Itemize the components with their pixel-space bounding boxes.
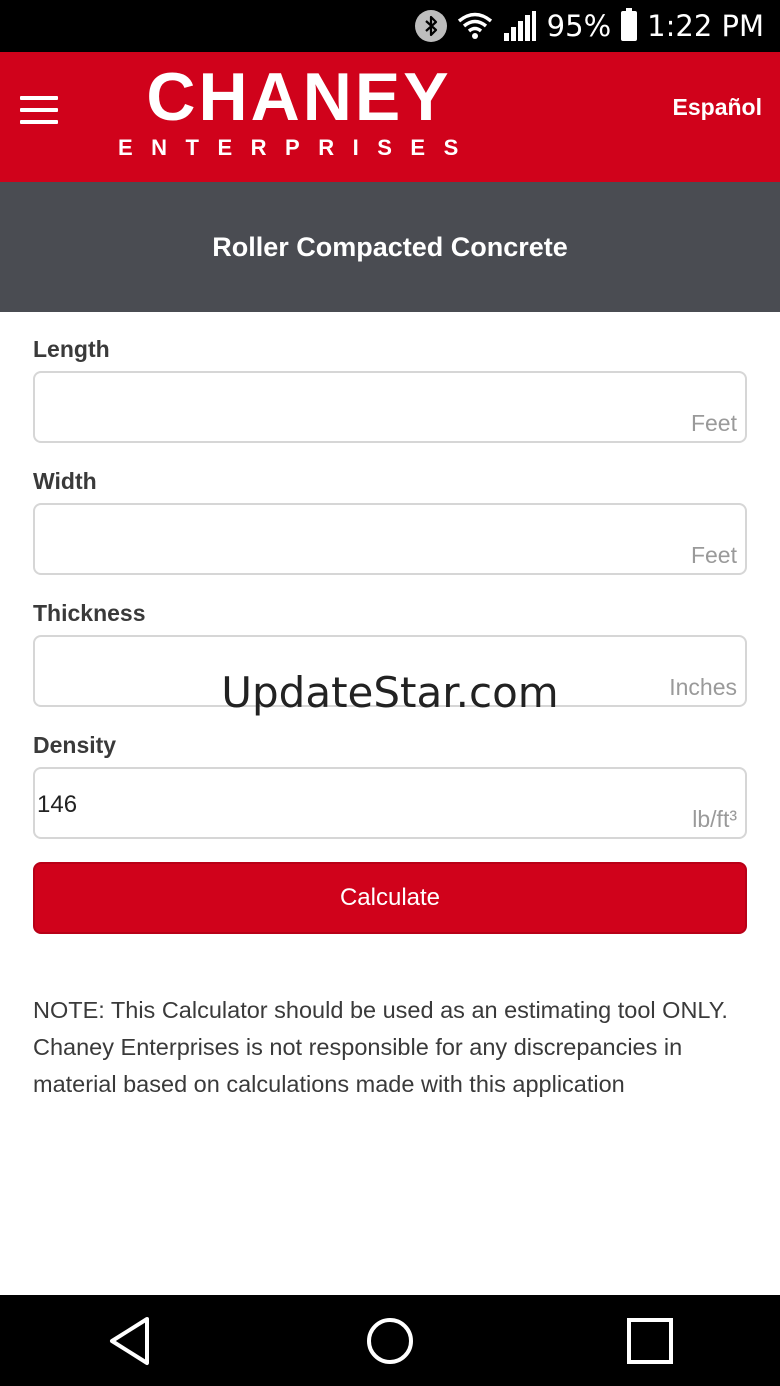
recents-icon[interactable]	[620, 1311, 680, 1371]
battery-icon	[621, 8, 638, 41]
battery-percent: 95%	[546, 9, 612, 43]
width-unit: Feet	[690, 542, 737, 568]
disclaimer-note: NOTE: This Calculator should be used as …	[33, 997, 728, 1097]
logo-main-text: CHANEY	[146, 59, 452, 135]
back-icon[interactable]	[100, 1311, 160, 1371]
signal-icon	[503, 11, 536, 41]
status-bar: 95% 1:22 PM	[0, 0, 780, 52]
length-input[interactable]	[37, 391, 597, 427]
chaney-logo: CHANEY ENTERPRISES	[114, 62, 484, 162]
page-title: Roller Compacted Concrete	[212, 231, 568, 262]
calculate-button[interactable]: Calculate	[33, 862, 747, 934]
density-input[interactable]	[37, 787, 597, 823]
app-header: CHANEY ENTERPRISES Español	[0, 52, 780, 182]
density-field[interactable]: lb/ft³	[33, 767, 747, 839]
language-link[interactable]: Español	[673, 94, 762, 121]
wifi-icon	[457, 12, 492, 39]
watermark: UpdateStar.com	[221, 668, 559, 717]
width-label: Width	[33, 468, 97, 494]
density-label: Density	[33, 732, 117, 758]
length-unit: Feet	[690, 410, 737, 436]
home-icon[interactable]	[360, 1311, 420, 1371]
length-field[interactable]: Feet	[33, 371, 747, 443]
width-input[interactable]	[37, 523, 597, 559]
width-field[interactable]: Feet	[33, 503, 747, 575]
clock: 1:22 PM	[647, 9, 764, 43]
logo-sub-text: ENTERPRISES	[118, 135, 477, 160]
density-unit: lb/ft³	[692, 806, 737, 832]
bluetooth-icon	[414, 10, 447, 42]
android-nav-bar	[0, 1295, 780, 1386]
length-label: Length	[33, 336, 110, 362]
hamburger-menu-icon[interactable]	[20, 96, 60, 128]
thickness-label: Thickness	[33, 600, 146, 626]
title-bar: Roller Compacted Concrete	[0, 182, 780, 312]
